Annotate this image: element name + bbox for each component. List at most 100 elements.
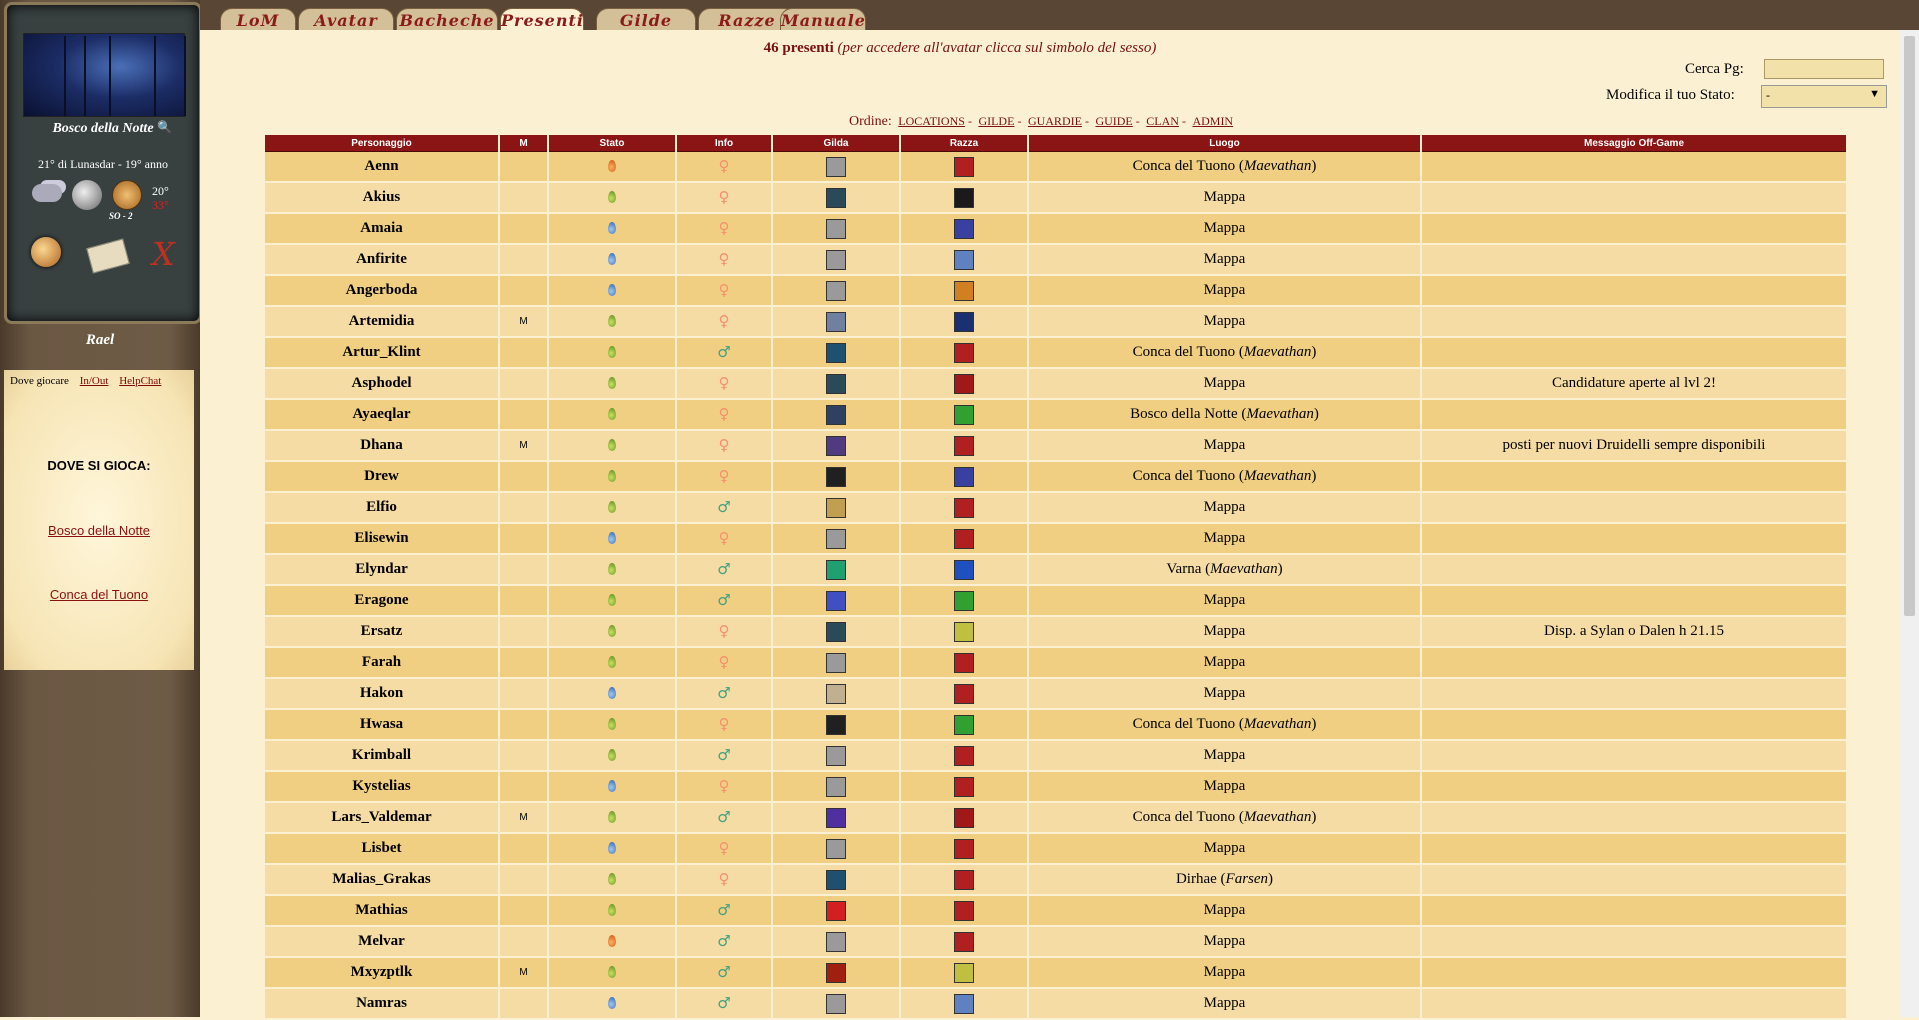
guild-emblem-icon[interactable] xyxy=(826,280,846,301)
scrollbar-thumb[interactable] xyxy=(1904,36,1915,616)
female-symbol-icon[interactable]: ♀ xyxy=(719,653,730,671)
globe-icon[interactable] xyxy=(31,237,61,267)
male-symbol-icon[interactable]: ♂ xyxy=(717,591,730,609)
guild-emblem-icon[interactable] xyxy=(826,559,846,580)
race-emblem-icon[interactable] xyxy=(954,714,974,735)
guild-emblem-icon[interactable] xyxy=(826,404,846,425)
female-symbol-icon[interactable]: ♀ xyxy=(719,622,730,640)
guild-emblem-icon[interactable] xyxy=(826,807,846,828)
race-emblem-icon[interactable] xyxy=(954,435,974,456)
order-gilde[interactable]: GILDE xyxy=(978,114,1014,128)
race-emblem-icon[interactable] xyxy=(954,869,974,890)
race-emblem-icon[interactable] xyxy=(954,342,974,363)
guild-emblem-icon[interactable] xyxy=(826,311,846,332)
guild-emblem-icon[interactable] xyxy=(826,621,846,642)
female-symbol-icon[interactable]: ♀ xyxy=(719,436,730,454)
guild-emblem-icon[interactable] xyxy=(826,993,846,1014)
race-emblem-icon[interactable] xyxy=(954,683,974,704)
status-select[interactable]: - ▼ xyxy=(1761,85,1887,108)
guild-emblem-icon[interactable] xyxy=(826,931,846,952)
male-symbol-icon[interactable]: ♂ xyxy=(717,994,730,1012)
race-emblem-icon[interactable] xyxy=(954,311,974,332)
female-symbol-icon[interactable]: ♀ xyxy=(719,157,730,175)
guild-emblem-icon[interactable] xyxy=(826,342,846,363)
place-link-bosco[interactable]: Bosco della Notte xyxy=(4,523,194,538)
male-symbol-icon[interactable]: ♂ xyxy=(717,498,730,516)
tab-avatar[interactable]: Avatar xyxy=(298,8,394,31)
male-symbol-icon[interactable]: ♂ xyxy=(717,932,730,950)
race-emblem-icon[interactable] xyxy=(954,652,974,673)
female-symbol-icon[interactable]: ♀ xyxy=(719,405,730,423)
guild-emblem-icon[interactable] xyxy=(826,373,846,394)
race-emblem-icon[interactable] xyxy=(954,931,974,952)
guild-emblem-icon[interactable] xyxy=(826,156,846,177)
guild-emblem-icon[interactable] xyxy=(826,745,846,766)
race-emblem-icon[interactable] xyxy=(954,404,974,425)
female-symbol-icon[interactable]: ♀ xyxy=(719,281,730,299)
race-emblem-icon[interactable] xyxy=(954,993,974,1014)
female-symbol-icon[interactable]: ♀ xyxy=(719,374,730,392)
race-emblem-icon[interactable] xyxy=(954,621,974,642)
race-emblem-icon[interactable] xyxy=(954,156,974,177)
guild-emblem-icon[interactable] xyxy=(826,249,846,270)
race-emblem-icon[interactable] xyxy=(954,280,974,301)
search-input[interactable] xyxy=(1764,59,1884,79)
guild-emblem-icon[interactable] xyxy=(826,900,846,921)
female-symbol-icon[interactable]: ♀ xyxy=(719,219,730,237)
guild-emblem-icon[interactable] xyxy=(826,683,846,704)
side-tab-helpchat[interactable]: HelpChat xyxy=(119,375,161,387)
race-emblem-icon[interactable] xyxy=(954,900,974,921)
guild-emblem-icon[interactable] xyxy=(826,466,846,487)
female-symbol-icon[interactable]: ♀ xyxy=(719,467,730,485)
male-symbol-icon[interactable]: ♂ xyxy=(717,343,730,361)
female-symbol-icon[interactable]: ♀ xyxy=(719,188,730,206)
race-emblem-icon[interactable] xyxy=(954,807,974,828)
letter-icon[interactable] xyxy=(86,238,130,274)
male-symbol-icon[interactable]: ♂ xyxy=(717,901,730,919)
order-clan[interactable]: CLAN xyxy=(1146,114,1179,128)
guild-emblem-icon[interactable] xyxy=(826,187,846,208)
race-emblem-icon[interactable] xyxy=(954,218,974,239)
order-guide[interactable]: GUIDE xyxy=(1095,114,1132,128)
race-emblem-icon[interactable] xyxy=(954,528,974,549)
tab-lom[interactable]: LoM xyxy=(220,8,296,31)
tab-manuale[interactable]: Manuale xyxy=(780,8,866,31)
race-emblem-icon[interactable] xyxy=(954,249,974,270)
guild-emblem-icon[interactable] xyxy=(826,528,846,549)
guild-emblem-icon[interactable] xyxy=(826,962,846,983)
male-symbol-icon[interactable]: ♂ xyxy=(717,746,730,764)
race-emblem-icon[interactable] xyxy=(954,590,974,611)
female-symbol-icon[interactable]: ♀ xyxy=(719,777,730,795)
guild-emblem-icon[interactable] xyxy=(826,652,846,673)
guild-emblem-icon[interactable] xyxy=(826,435,846,456)
guild-emblem-icon[interactable] xyxy=(826,838,846,859)
race-emblem-icon[interactable] xyxy=(954,776,974,797)
female-symbol-icon[interactable]: ♀ xyxy=(719,715,730,733)
race-emblem-icon[interactable] xyxy=(954,373,974,394)
scrollbar[interactable] xyxy=(1900,30,1919,1017)
race-emblem-icon[interactable] xyxy=(954,466,974,487)
male-symbol-icon[interactable]: ♂ xyxy=(717,560,730,578)
male-symbol-icon[interactable]: ♂ xyxy=(717,684,730,702)
guild-emblem-icon[interactable] xyxy=(826,714,846,735)
order-admin[interactable]: ADMIN xyxy=(1192,114,1233,128)
race-emblem-icon[interactable] xyxy=(954,745,974,766)
side-tab-dove[interactable]: Dove giocare xyxy=(10,375,69,387)
race-emblem-icon[interactable] xyxy=(954,497,974,518)
order-locations[interactable]: LOCATIONS xyxy=(898,114,965,128)
female-symbol-icon[interactable]: ♀ xyxy=(719,529,730,547)
race-emblem-icon[interactable] xyxy=(954,559,974,580)
tab-presenti[interactable]: Presenti xyxy=(500,8,584,31)
female-symbol-icon[interactable]: ♀ xyxy=(719,250,730,268)
magnifier-icon[interactable]: 🔍 xyxy=(157,120,172,135)
guild-emblem-icon[interactable] xyxy=(826,590,846,611)
guild-emblem-icon[interactable] xyxy=(826,218,846,239)
guild-emblem-icon[interactable] xyxy=(826,497,846,518)
female-symbol-icon[interactable]: ♀ xyxy=(719,312,730,330)
male-symbol-icon[interactable]: ♂ xyxy=(717,808,730,826)
side-tab-inout[interactable]: In/Out xyxy=(80,375,109,387)
female-symbol-icon[interactable]: ♀ xyxy=(719,839,730,857)
order-guardie[interactable]: GUARDIE xyxy=(1028,114,1082,128)
location-image[interactable] xyxy=(23,33,185,117)
race-emblem-icon[interactable] xyxy=(954,187,974,208)
